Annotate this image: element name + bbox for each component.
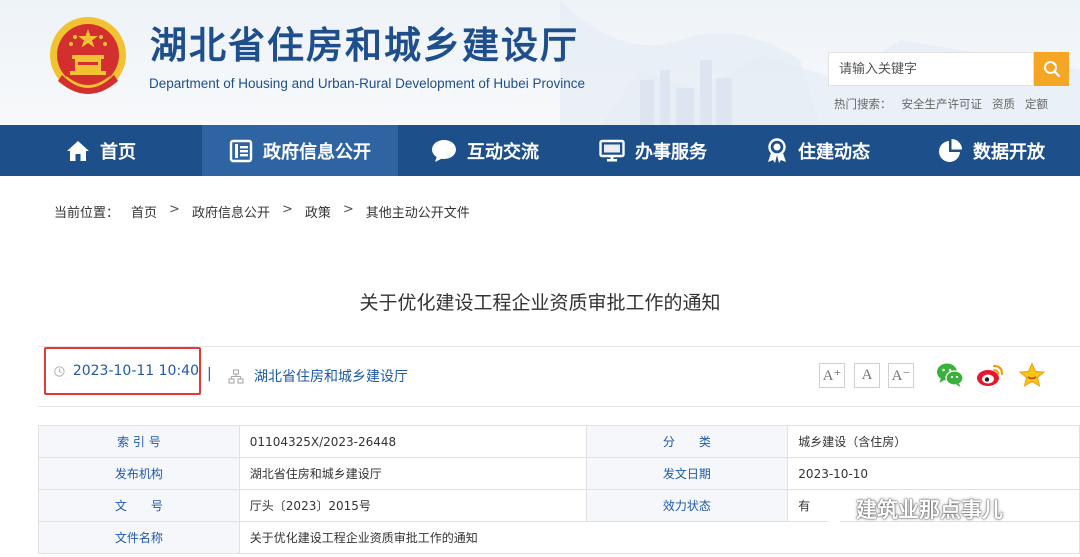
site-subtitle: Department of Housing and Urban-Rural De…	[149, 76, 585, 91]
index-number-value: 01104325X/2023-26448	[238, 425, 587, 458]
table-row: 发布机构 湖北省住房和城乡建设厅 发文日期 2023-10-10	[38, 457, 1080, 490]
nav-item-label: 数据开放	[973, 141, 1045, 163]
main-nav: 首页 政府信息公开 互动交流 办事服务 住建动态 数据开放	[0, 125, 1080, 176]
breadcrumb-item-gov-info[interactable]: 政府信息公开	[192, 202, 270, 221]
publish-datetime: 2023-10-11 10:40	[72, 363, 199, 379]
source-name: 湖北省住房和城乡建设厅	[254, 369, 408, 385]
search-input[interactable]	[829, 53, 1033, 85]
file-name-value: 关于优化建设工程企业资质审批工作的通知	[238, 521, 1080, 554]
article-title: 关于优化建设工程企业资质审批工作的通知	[359, 292, 721, 314]
national-emblem-logo	[50, 17, 126, 94]
watermark: 建筑业那点事儿	[808, 494, 1003, 524]
publisher-value: 湖北省住房和城乡建设厅	[238, 457, 587, 490]
pie-chart-icon	[939, 138, 962, 162]
nav-item-label: 住建动态	[798, 141, 870, 163]
search-icon	[1043, 61, 1060, 78]
publish-date-highlight: 2023-10-11 10:40	[44, 347, 201, 395]
breadcrumb-separator: >	[169, 202, 180, 217]
table-row: 文件名称 关于优化建设工程企业资质审批工作的通知	[38, 521, 1080, 554]
breadcrumb: 当前位置： 首页 > 政府信息公开 > 政策 > 其他主动公开文件	[54, 202, 470, 221]
monitor-icon	[599, 139, 625, 161]
search-box	[828, 52, 1034, 86]
nav-item-home[interactable]: 首页	[0, 125, 202, 176]
publisher-label: 发布机构	[38, 457, 240, 490]
validity-status-label: 效力状态	[585, 489, 789, 522]
hot-search-term[interactable]: 资质	[992, 96, 1015, 112]
hot-search-term[interactable]: 安全生产许可证	[902, 96, 983, 112]
divider	[38, 406, 1080, 407]
site-header: 湖北省住房和城乡建设厅 Department of Housing and Ur…	[0, 0, 1080, 125]
site-title: 湖北省住房和城乡建设厅	[150, 24, 579, 67]
index-number-label: 索 引 号	[38, 425, 240, 458]
hot-search-label: 热门搜索：	[834, 97, 892, 111]
hot-search: 热门搜索： 安全生产许可证 资质 定额	[834, 96, 1048, 112]
font-size-default-button[interactable]: A	[854, 363, 880, 388]
nav-item-open-data[interactable]: 数据开放	[902, 125, 1080, 176]
breadcrumb-item-policy[interactable]: 政策	[305, 202, 331, 221]
chat-bubble-icon	[432, 139, 456, 162]
document-info-table: 索 引 号 01104325X/2023-26448 分 类 城乡建设（含住房）…	[38, 425, 1080, 554]
nav-item-interaction[interactable]: 互动交流	[398, 125, 572, 176]
clock-icon	[54, 365, 65, 377]
weibo-share-icon[interactable]	[976, 362, 1004, 388]
breadcrumb-separator: >	[342, 202, 354, 217]
nav-item-services[interactable]: 办事服务	[572, 125, 734, 176]
breadcrumb-item-home[interactable]: 首页	[131, 202, 157, 221]
wechat-share-icon[interactable]	[936, 362, 964, 388]
article-source: 湖北省住房和城乡建设厅	[228, 366, 408, 386]
home-icon	[67, 140, 89, 161]
category-value: 城乡建设（含住房）	[787, 425, 1080, 458]
document-number-label: 文 号	[38, 489, 240, 522]
meta-separator: |	[207, 366, 212, 382]
wechat-icon	[809, 495, 847, 523]
organization-icon	[228, 368, 244, 384]
nav-item-news[interactable]: 住建动态	[734, 125, 902, 176]
search-button[interactable]	[1034, 52, 1069, 86]
document-number-value: 厅头〔2023〕2015号	[238, 489, 587, 522]
font-size-increase-button[interactable]: A⁺	[819, 363, 845, 388]
watermark-text: 建筑业那点事儿	[856, 498, 1003, 522]
breadcrumb-item-other-files[interactable]: 其他主动公开文件	[366, 202, 470, 221]
table-row: 索 引 号 01104325X/2023-26448 分 类 城乡建设（含住房）	[38, 425, 1080, 458]
category-label: 分 类	[585, 425, 789, 458]
nav-item-gov-info[interactable]: 政府信息公开	[202, 125, 398, 176]
document-icon	[229, 139, 253, 162]
award-icon	[768, 137, 786, 163]
nav-item-label: 互动交流	[467, 141, 539, 163]
file-name-label: 文件名称	[38, 521, 240, 554]
nav-item-label: 首页	[100, 141, 136, 163]
breadcrumb-separator: >	[281, 202, 293, 217]
nav-item-label: 政府信息公开	[263, 141, 371, 163]
font-size-decrease-button[interactable]: A⁻	[888, 363, 914, 388]
favorite-star-icon[interactable]	[1018, 362, 1046, 388]
hot-search-term[interactable]: 定额	[1025, 96, 1048, 112]
breadcrumb-prefix: 当前位置：	[54, 206, 120, 221]
nav-item-label: 办事服务	[635, 141, 707, 163]
issue-date-label: 发文日期	[585, 457, 789, 490]
issue-date-value: 2023-10-10	[787, 457, 1080, 490]
